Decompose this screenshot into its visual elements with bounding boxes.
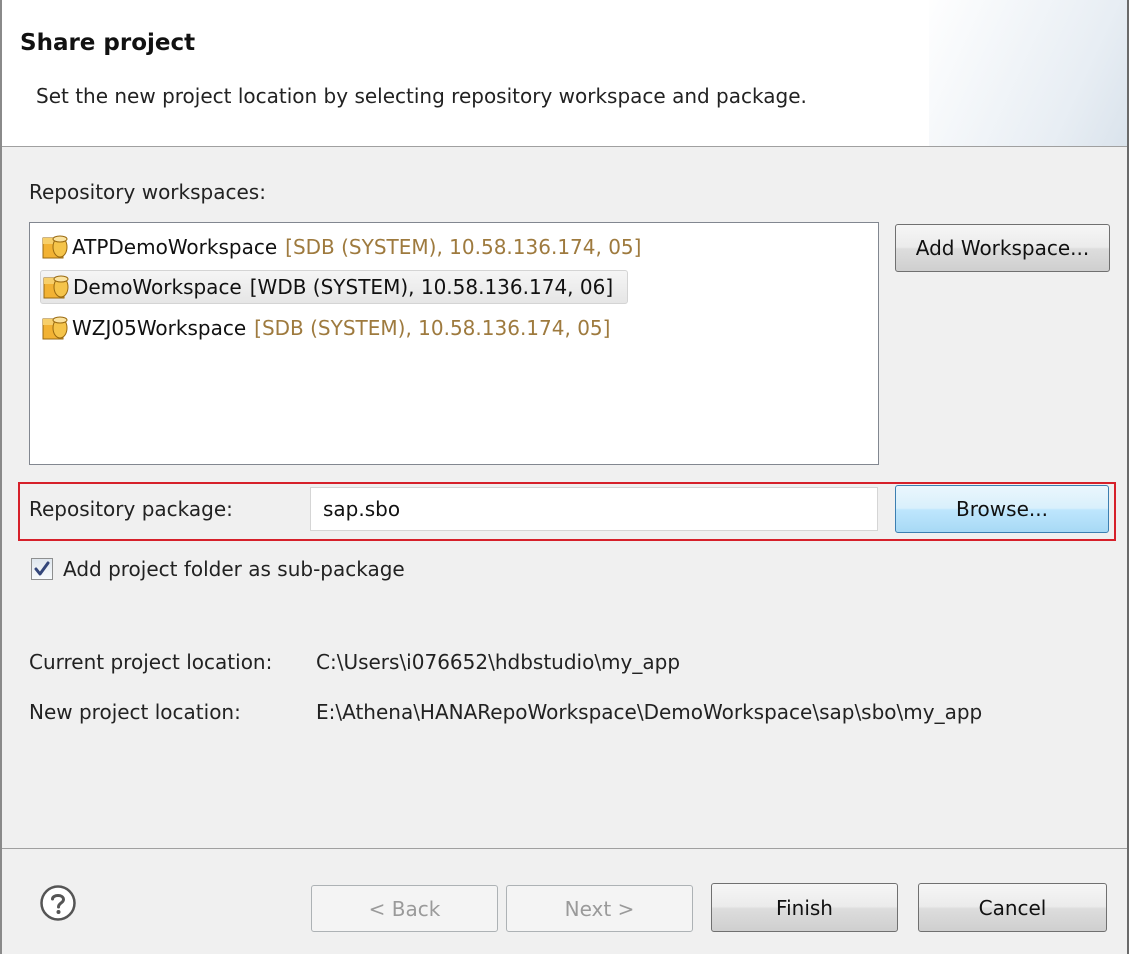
current-location-value: C:\Users\i076652\hdbstudio\my_app (316, 650, 681, 674)
package-label: Repository package: (29, 497, 233, 521)
next-button[interactable]: Next > (506, 885, 693, 932)
dialog-title: Share project (20, 30, 196, 56)
help-icon[interactable] (39, 884, 77, 922)
workspace-name: WZJ05Workspace (72, 316, 247, 340)
workspace-detail: [WDB (SYSTEM), 10.58.136.174, 06] (249, 275, 614, 299)
workspace-detail: [SDB (SYSTEM), 10.58.136.174, 05] (254, 316, 611, 340)
footer-divider (0, 848, 1129, 849)
header-decoration (929, 0, 1129, 146)
new-location-value: E:\Athena\HANARepoWorkspace\DemoWorkspac… (316, 700, 983, 724)
database-icon (42, 316, 68, 340)
database-icon (42, 235, 68, 259)
wizard-header: Share project Set the new project locati… (0, 0, 1129, 147)
window-border-left (0, 0, 2, 954)
subpackage-label: Add project folder as sub-package (63, 557, 405, 581)
workspaces-label: Repository workspaces: (29, 180, 266, 204)
workspace-name: DemoWorkspace (73, 275, 242, 299)
new-location-label: New project location: (29, 700, 241, 724)
package-input[interactable]: sap.sbo (310, 487, 878, 531)
workspace-detail: [SDB (SYSTEM), 10.58.136.174, 05] (285, 235, 642, 259)
workspace-item-atpdemo[interactable]: ATPDemoWorkspace [SDB (SYSTEM), 10.58.13… (40, 230, 655, 264)
current-location-label: Current project location: (29, 650, 273, 674)
workspace-item-wzj05[interactable]: WZJ05Workspace [SDB (SYSTEM), 10.58.136.… (40, 311, 624, 345)
database-icon (43, 275, 69, 299)
cancel-button[interactable]: Cancel (918, 883, 1107, 932)
finish-button[interactable]: Finish (711, 883, 898, 932)
workspace-name: ATPDemoWorkspace (72, 235, 278, 259)
subpackage-checkbox[interactable] (31, 558, 53, 580)
workspace-list[interactable]: ATPDemoWorkspace [SDB (SYSTEM), 10.58.13… (29, 222, 879, 465)
workspace-item-demo[interactable]: DemoWorkspace [WDB (SYSTEM), 10.58.136.1… (40, 270, 629, 304)
dialog-subtitle: Set the new project location by selectin… (36, 84, 807, 108)
browse-button[interactable]: Browse... (895, 485, 1109, 533)
add-workspace-button[interactable]: Add Workspace... (895, 224, 1110, 272)
checkmark-icon (34, 561, 50, 576)
back-button[interactable]: < Back (311, 885, 498, 932)
